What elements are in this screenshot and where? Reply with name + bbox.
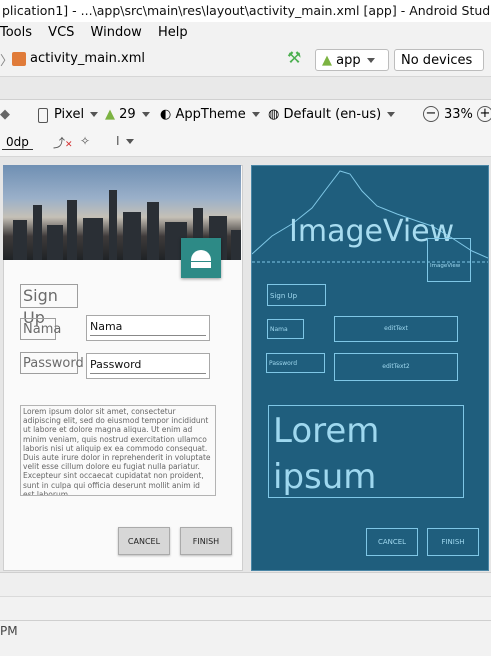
menu-help[interactable]: Help [158, 22, 188, 44]
blueprint-view: ImageView ImageView Sign Up Nama editTex… [251, 165, 489, 571]
finish-button[interactable]: FINISH [180, 527, 232, 555]
chevron-down-icon [90, 112, 99, 117]
device-selector[interactable]: Pixel [54, 107, 99, 122]
blueprint-nama[interactable]: Nama [267, 319, 304, 339]
blueprint-edittext2[interactable]: editText2 [334, 353, 458, 381]
menu-tools[interactable]: Tools [0, 22, 32, 44]
api-label: 29 [119, 107, 136, 122]
default-margin[interactable]: 0dp [2, 135, 33, 150]
blueprint-lorem-label: Lorem ipsum dolor [273, 411, 380, 497]
constraint-toolbar: 0dp ⤴✕ ✧ I [0, 132, 491, 157]
chevron-down-icon [125, 139, 134, 144]
blueprint-cancel-label: CANCEL [377, 538, 407, 546]
run-config-label: app [336, 53, 361, 68]
zoom-level: 33% [444, 107, 473, 122]
blueprint-nama-label: Nama [270, 326, 288, 333]
blueprint-edittext2-label: editText2 [382, 363, 410, 370]
chevron-down-icon [141, 112, 150, 117]
device-icon [38, 108, 48, 123]
clear-constraints-icon[interactable]: ⤴✕ [53, 134, 73, 151]
blueprint-edittext[interactable]: editText [334, 316, 458, 342]
orientation-icon[interactable]: ◆ [0, 107, 10, 122]
blueprint-imageview-small-label: ImageView [430, 263, 461, 269]
android-icon: ▲ [322, 53, 332, 68]
blueprint-sign-up[interactable]: Sign Up [267, 284, 326, 306]
navigation-bar: 〉 activity_main.xml ⚒ ▲ app No devices [0, 44, 491, 85]
blueprint-imageview-small[interactable]: ImageView [427, 238, 471, 282]
theme-selector[interactable]: ◐ AppTheme [160, 107, 260, 122]
infer-constraints-icon[interactable]: ✧ [80, 134, 90, 148]
blueprint-cancel-button[interactable]: CANCEL [366, 528, 418, 556]
name-field-value: Nama [90, 320, 123, 333]
status-bar: PM [0, 620, 491, 656]
globe-icon: ◍ [268, 107, 280, 122]
name-field[interactable]: Nama [86, 315, 210, 341]
blueprint-sign-up-label: Sign Up [270, 292, 298, 300]
theme-icon: ◐ [160, 107, 172, 122]
cancel-button[interactable]: CANCEL [118, 527, 170, 555]
blueprint-password-label: Password [269, 360, 298, 367]
device-label: No devices [401, 53, 473, 68]
editor-tab-strip [0, 77, 491, 99]
blueprint-edittext-label: editText [384, 325, 408, 332]
password-label: Password [20, 352, 84, 374]
zoom-in-icon[interactable]: + [477, 106, 491, 122]
theme-label: AppTheme [175, 107, 246, 122]
locale-selector[interactable]: ◍ Default (en-us) [268, 107, 396, 122]
window-title: plication1] - ...\app\src\main\res\layou… [2, 3, 491, 18]
android-image-icon[interactable] [181, 238, 221, 278]
device-label: Pixel [54, 107, 85, 122]
password-field-value: Password [90, 358, 142, 371]
chevron-down-icon [366, 58, 375, 63]
design-toolbar: ◆ Pixel ▲ 29 ◐ AppTheme ◍ Default (en-us… [0, 99, 491, 133]
status-text: PM [0, 624, 18, 638]
name-label: Nama [20, 318, 61, 340]
blueprint-finish-button[interactable]: FINISH [427, 528, 479, 556]
guidelines-icon[interactable]: I [116, 134, 134, 148]
run-config-dropdown[interactable]: ▲ app [315, 49, 389, 71]
password-field[interactable]: Password [86, 353, 210, 379]
window-title-bar: plication1] - ...\app\src\main\res\layou… [0, 0, 491, 22]
menu-window[interactable]: Window [91, 22, 142, 44]
device-dropdown[interactable]: No devices [394, 49, 484, 85]
locale-label: Default (en-us) [283, 107, 382, 122]
breadcrumb-file[interactable]: activity_main.xml [30, 51, 145, 66]
sign-up-label: Sign Up [20, 284, 78, 327]
menu-vcs[interactable]: VCS [48, 22, 74, 44]
android-icon: ▲ [105, 107, 115, 122]
build-hammer-icon[interactable]: ⚒ [287, 48, 301, 67]
chevron-down-icon [251, 112, 260, 117]
finish-button-label: FINISH [192, 537, 220, 546]
xml-file-icon [12, 52, 26, 66]
cancel-button-label: CANCEL [127, 537, 161, 546]
menu-bar: Tools VCS Window Help [0, 22, 491, 44]
chevron-down-icon [387, 112, 396, 117]
zoom-out-icon[interactable]: − [423, 106, 439, 122]
blueprint-lorem[interactable]: Lorem ipsum dolor [268, 405, 464, 498]
blueprint-finish-label: FINISH [441, 538, 465, 546]
api-selector[interactable]: ▲ 29 [105, 107, 150, 122]
blueprint-password[interactable]: Password [266, 353, 325, 373]
lorem-text: Lorem ipsum dolor sit amet, consectetur … [20, 405, 216, 496]
bottom-tool-strip [0, 596, 491, 621]
bottom-panel [0, 572, 491, 597]
